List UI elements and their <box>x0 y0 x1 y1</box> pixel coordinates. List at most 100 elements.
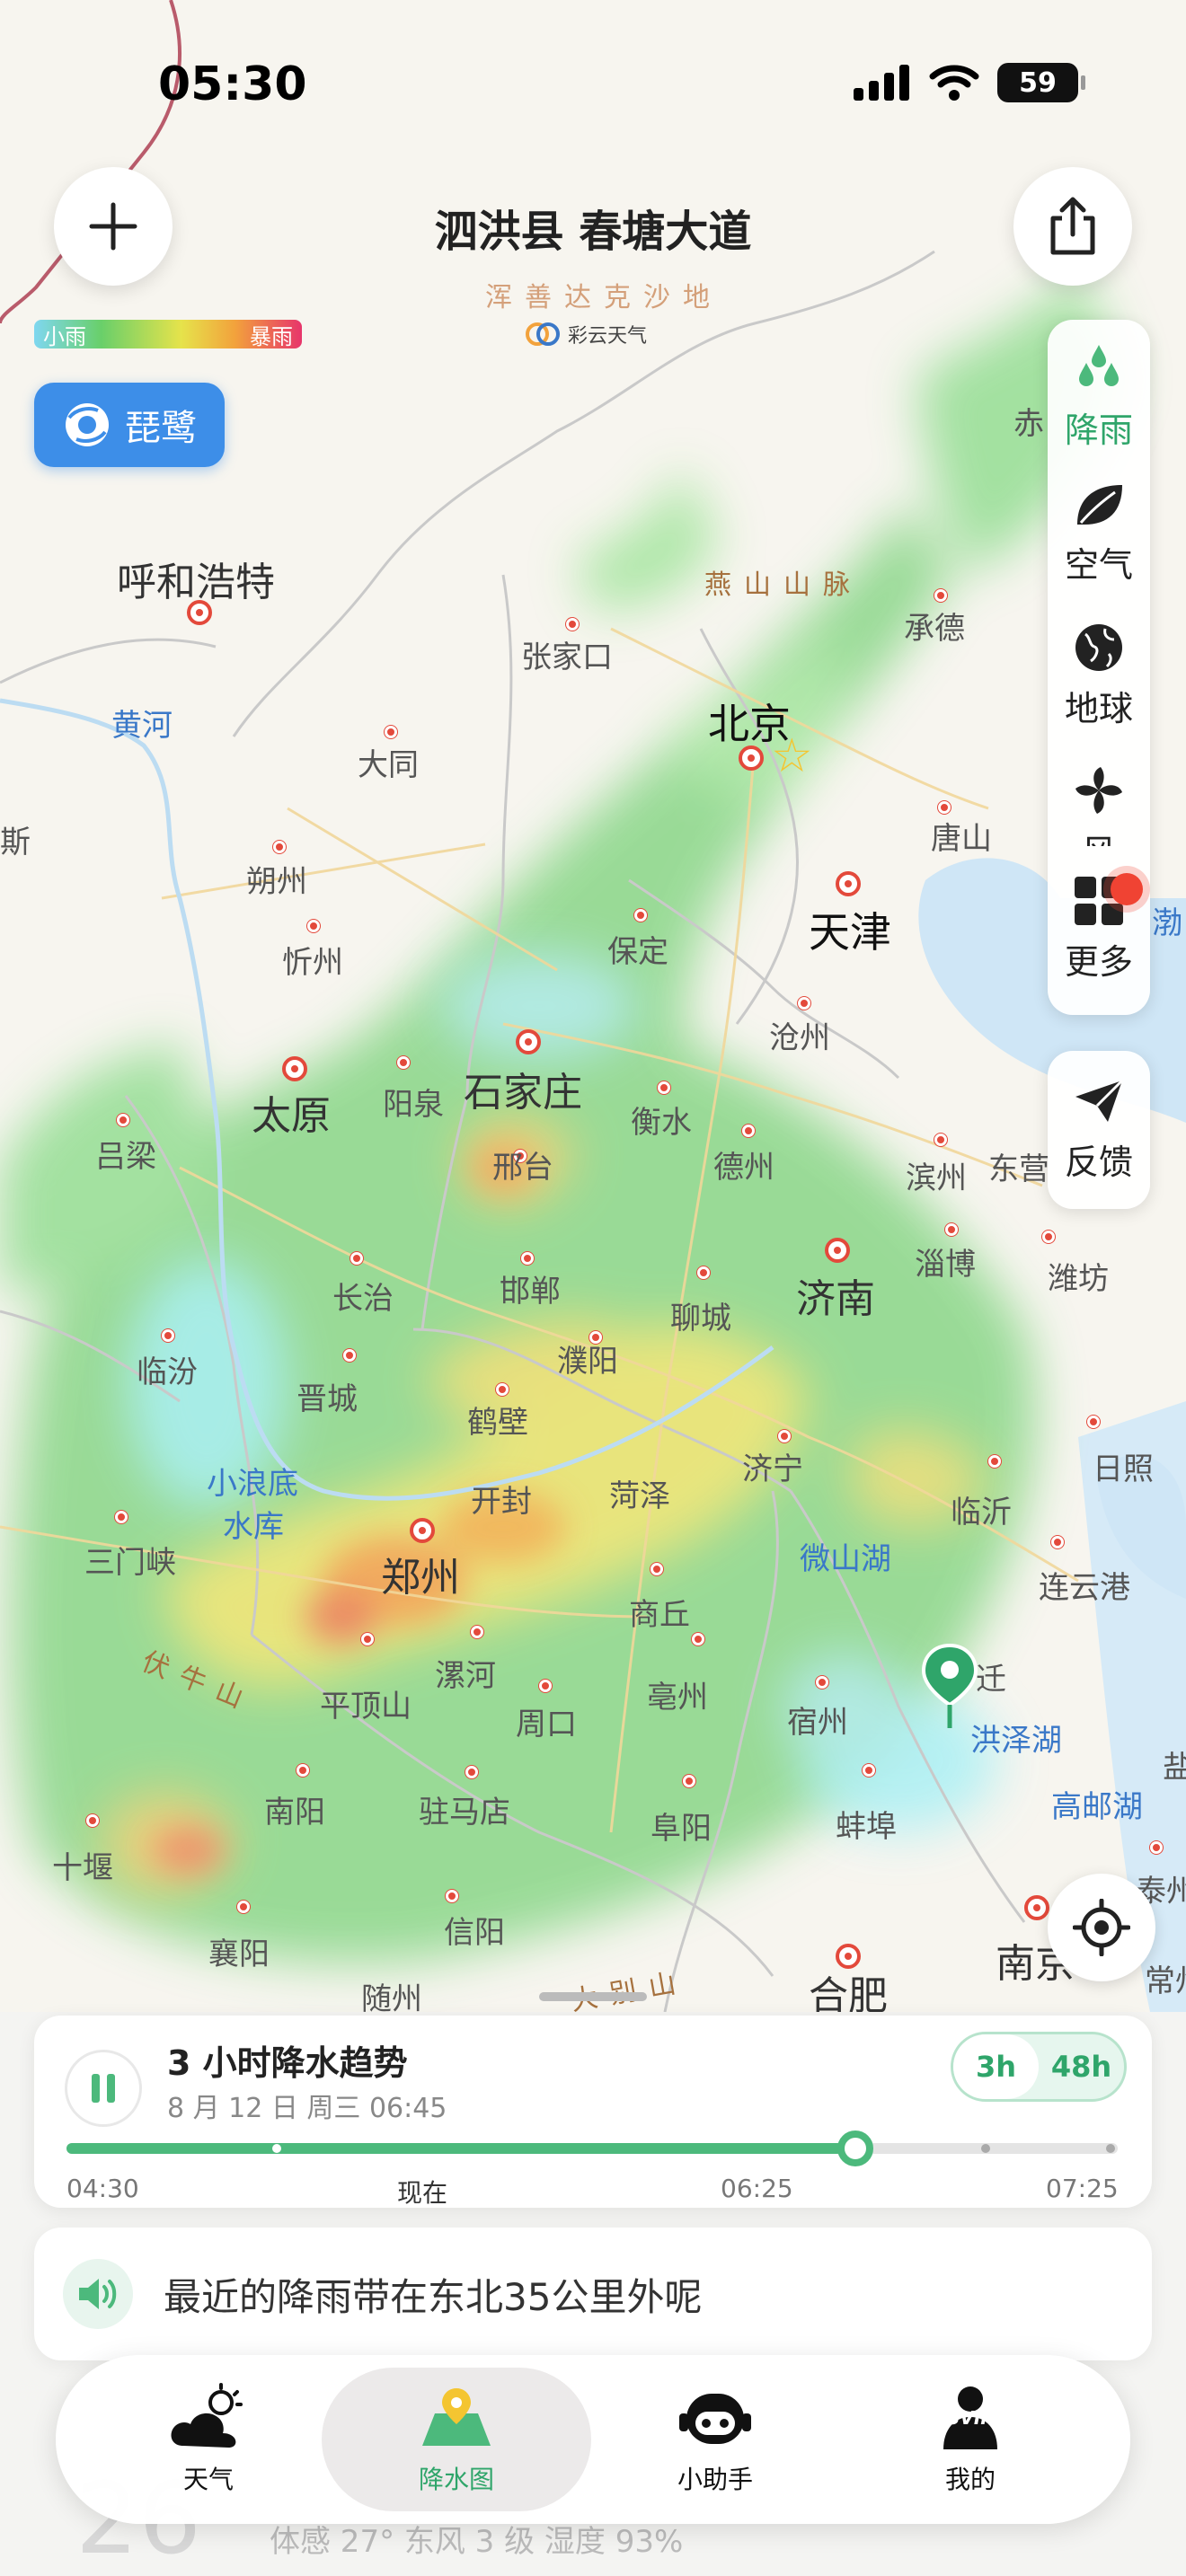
city-label: 日照 <box>1093 1451 1154 1487</box>
city-label: 长治 <box>332 1281 394 1317</box>
city-dot <box>117 1114 129 1126</box>
feedback-button[interactable]: 反馈 <box>1048 1051 1150 1209</box>
layer-air[interactable]: 空气 <box>1048 480 1150 587</box>
city-dot <box>634 909 647 922</box>
notice-text: 最近的降雨带在东北35公里外呢 <box>164 2274 703 2319</box>
city-marker <box>836 871 861 896</box>
city-label: 随州 <box>361 1981 422 2012</box>
radar-map[interactable]: 浑善达克沙地 燕山山脉 伏牛山 大别山 黄河 小浪底 水库 微山湖 洪泽湖 高邮… <box>0 0 1186 2012</box>
city-dot <box>945 1223 958 1236</box>
city-label: 宿州 <box>787 1705 848 1741</box>
location-title[interactable]: 泗洪县 春塘大道 <box>0 196 1186 259</box>
city-label: 合肥 <box>809 1973 888 2012</box>
precipitation-trend-card: 3 小时降水趋势 8 月 12 日 周三 06:45 3h 48h 04:30 … <box>34 2016 1152 2208</box>
city-marker <box>825 1238 850 1263</box>
city-dot <box>1042 1231 1055 1243</box>
brand-logo-icon <box>526 322 560 346</box>
city-dot <box>742 1125 755 1137</box>
time-label-mid: 06:25 <box>721 2174 793 2203</box>
layer-more-label: 更多 <box>1064 942 1133 982</box>
tab-profile[interactable]: SVIP 我的 <box>836 2368 1105 2511</box>
city-dot <box>471 1626 483 1638</box>
status-icons: 59 <box>854 63 1085 102</box>
city-label: 连云港 <box>1039 1570 1130 1606</box>
city-label: 十堰 <box>52 1850 113 1886</box>
feedback-label: 反馈 <box>1064 1142 1133 1182</box>
city-label: 亳州 <box>647 1680 708 1716</box>
city-dot <box>863 1764 875 1777</box>
layer-globe[interactable]: 地球 <box>1048 622 1150 730</box>
locate-me-button[interactable] <box>1048 1874 1155 1981</box>
windmill-icon <box>1075 767 1122 814</box>
city-dot <box>934 589 947 602</box>
rain-notice[interactable]: 最近的降雨带在东北35公里外呢 <box>34 2228 1152 2360</box>
water-hongze-lake-label: 洪泽湖 <box>970 1723 1062 1759</box>
time-label-now: 现在 <box>397 2178 448 2208</box>
battery-level: 59 <box>1019 66 1057 99</box>
drag-handle[interactable] <box>539 1992 647 2001</box>
tab-weather[interactable]: 天气 <box>74 2368 343 2511</box>
city-label: 郑州 <box>381 1555 460 1601</box>
city-dot <box>1087 1416 1100 1428</box>
city-dot <box>539 1680 552 1692</box>
cellular-signal-icon <box>854 65 909 101</box>
city-label: 滨州 <box>906 1160 967 1196</box>
city-dot <box>697 1266 710 1279</box>
city-dot <box>658 1081 670 1094</box>
city-dot <box>273 841 286 853</box>
city-dot <box>115 1511 128 1523</box>
city-dot <box>86 1814 99 1827</box>
water-gaoyou-lake-label: 高邮湖 <box>1051 1789 1143 1825</box>
weather-icon <box>171 2383 243 2448</box>
typhoon-button[interactable]: 琵鹭 <box>34 383 225 467</box>
city-label: 漯河 <box>435 1658 496 1694</box>
tab-assistant-label: 小助手 <box>677 2465 753 2494</box>
city-label: 临沂 <box>951 1495 1012 1531</box>
city-dot <box>361 1633 374 1645</box>
region-hunshandake-label: 浑善达克沙地 <box>485 282 722 313</box>
current-location-pin-icon[interactable] <box>920 1642 979 1732</box>
city-label: 鹤壁 <box>467 1405 528 1441</box>
city-label: 驻马店 <box>419 1795 510 1831</box>
city-label: 张家口 <box>521 640 613 675</box>
city-dot <box>343 1349 356 1362</box>
rain-map-icon <box>422 2388 491 2446</box>
city-label: 德州 <box>713 1150 774 1186</box>
layer-air-label: 空气 <box>1064 545 1133 585</box>
timeline-slider[interactable] <box>66 2130 1118 2166</box>
typhoon-label: 琵鹭 <box>125 408 197 449</box>
city-label: 三门峡 <box>84 1545 176 1581</box>
city-dot <box>1051 1536 1064 1548</box>
city-dot <box>692 1633 704 1645</box>
notification-dot <box>1111 873 1143 905</box>
range-48h-option[interactable]: 48h <box>1039 2034 1124 2099</box>
city-dot <box>651 1563 663 1575</box>
range-3h-option[interactable]: 3h <box>953 2034 1039 2099</box>
tab-assistant[interactable]: 小助手 <box>580 2368 850 2511</box>
city-dot <box>385 726 397 738</box>
svip-badge: SVIP <box>947 2407 994 2429</box>
layer-wind[interactable]: 风 <box>1048 763 1150 846</box>
city-label: 菏泽 <box>609 1478 670 1514</box>
city-label: 阜阳 <box>651 1811 712 1847</box>
city-dot <box>521 1252 534 1265</box>
timeline-knob[interactable] <box>836 2130 873 2166</box>
timeline-progress <box>66 2143 855 2154</box>
city-dot <box>938 801 951 814</box>
bottom-tab-bar: 天气 降水图 小助手 SVIP 我的 <box>56 2355 1130 2524</box>
share-button[interactable] <box>1013 167 1132 286</box>
city-label: 衡水 <box>631 1105 692 1141</box>
pause-button[interactable] <box>65 2050 142 2127</box>
tab-rain-map[interactable]: 降水图 <box>322 2368 591 2511</box>
brand-watermark: 彩云天气 <box>525 320 647 348</box>
city-marker <box>410 1518 435 1543</box>
city-label: 开封 <box>471 1484 532 1520</box>
water-bohai-label: 渤 <box>1152 905 1182 941</box>
city-dot <box>496 1383 509 1396</box>
city-label: 商丘 <box>629 1597 690 1633</box>
time-label-start: 04:30 <box>66 2174 139 2203</box>
city-dot <box>798 997 810 1010</box>
city-label: 盐 <box>1163 1750 1186 1786</box>
city-label: 沧州 <box>769 1020 830 1056</box>
layer-rain[interactable]: 降雨 <box>1048 341 1150 452</box>
